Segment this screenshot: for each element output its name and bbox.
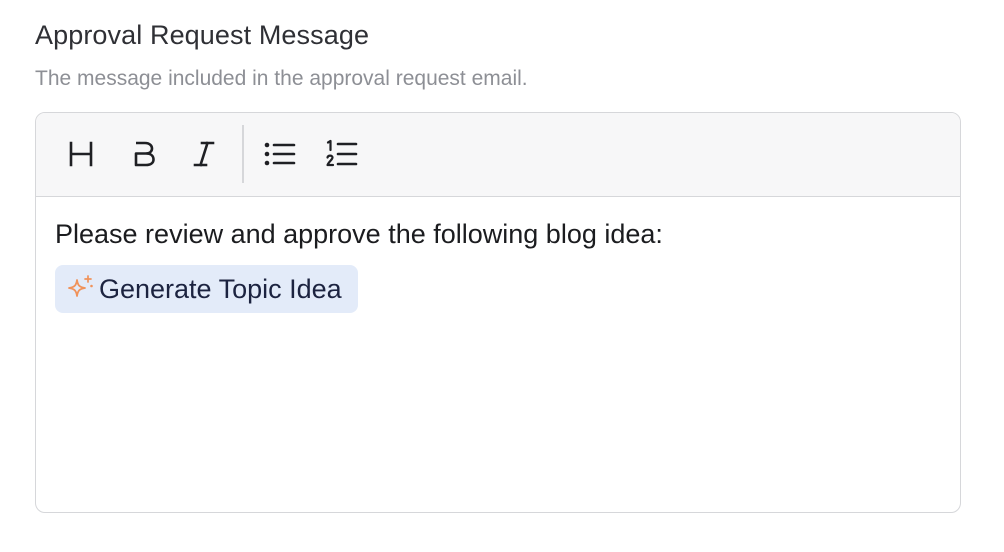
generate-topic-chip[interactable]: Generate Topic Idea [55, 265, 358, 313]
bullet-list-button[interactable] [258, 129, 302, 179]
rich-text-editor: Please review and approve the following … [35, 112, 961, 513]
chip-label: Generate Topic Idea [99, 273, 342, 304]
editor-content[interactable]: Please review and approve the following … [36, 197, 960, 512]
sparkle-icon [65, 274, 95, 304]
message-paragraph[interactable]: Please review and approve the following … [55, 219, 663, 250]
editor-toolbar [36, 113, 960, 197]
numbered-list-button[interactable] [320, 129, 364, 179]
bold-button[interactable] [122, 129, 166, 179]
toolbar-separator [242, 125, 244, 183]
numbered-list-icon [326, 139, 358, 167]
heading-icon [69, 141, 93, 167]
field-title: Approval Request Message [35, 20, 370, 50]
italic-button[interactable] [182, 129, 226, 179]
bullet-list-icon [264, 142, 296, 166]
bold-icon [134, 141, 155, 167]
field-description: The message included in the approval req… [35, 67, 528, 90]
heading-button[interactable] [59, 129, 103, 179]
approval-message-field: Approval Request Message The message inc… [0, 0, 1004, 552]
italic-icon [193, 141, 215, 167]
